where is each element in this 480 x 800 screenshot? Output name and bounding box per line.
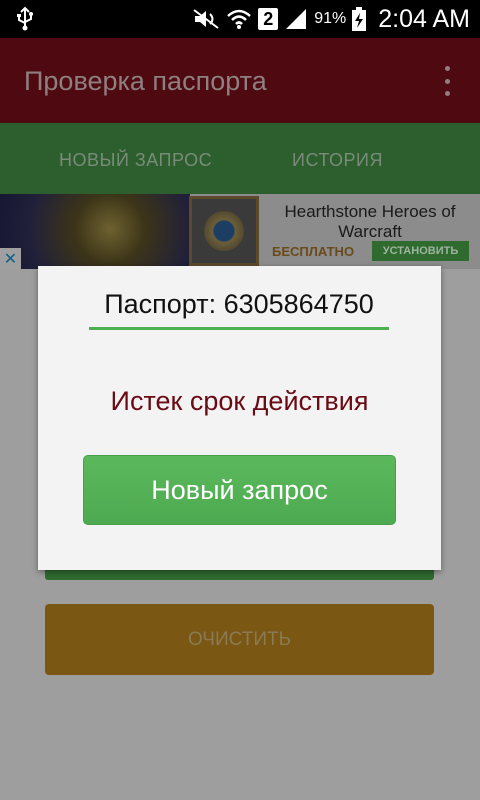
- clear-button: ОЧИСТИТЬ: [45, 604, 434, 675]
- ad-title[interactable]: Hearthstone Heroes of Warcraft: [264, 202, 476, 242]
- ad-install-button[interactable]: УСТАНОВИТЬ: [372, 241, 469, 261]
- ad-app-logo[interactable]: [189, 196, 259, 266]
- result-dialog: Паспорт: 6305864750 Истек срок действия …: [38, 266, 441, 570]
- clock: 2:04 AM: [378, 4, 470, 33]
- battery-percent: 91%: [314, 10, 347, 27]
- ad-banner[interactable]: ✕ Hearthstone Heroes of Warcraft БЕСПЛАТ…: [0, 194, 480, 269]
- clear-button-label: ОЧИСТИТЬ: [187, 628, 292, 650]
- ad-artwork[interactable]: [0, 194, 190, 269]
- battery-charging-icon: [352, 7, 367, 31]
- passport-number: Паспорт: 6305864750: [104, 289, 374, 319]
- sim-2-icon: 2: [258, 8, 279, 30]
- mute-icon: [193, 9, 219, 29]
- tab-bar: НОВЫЙ ЗАПРОС ИСТОРИЯ: [0, 123, 480, 194]
- status-bar: 2 91% 2:04 AM: [0, 0, 480, 38]
- overflow-menu-icon[interactable]: [436, 66, 458, 96]
- app-bar: Проверка паспорта: [0, 38, 480, 123]
- passport-field: Паспорт: 6305864750: [89, 286, 389, 330]
- new-request-button[interactable]: Новый запрос: [83, 455, 396, 525]
- usb-icon: [17, 6, 33, 31]
- ad-close-icon[interactable]: ✕: [0, 248, 21, 269]
- sim-slot-number: 2: [263, 8, 274, 29]
- ad-close-symbol: ✕: [3, 250, 18, 268]
- wifi-icon: [227, 9, 252, 29]
- ad-price: БЕСПЛАТНО: [272, 244, 355, 259]
- tab-new-request[interactable]: НОВЫЙ ЗАПРОС: [59, 150, 212, 171]
- app-title: Проверка паспорта: [24, 66, 267, 96]
- hearthstone-logo-icon: [204, 211, 244, 251]
- result-status: Истек срок действия: [110, 386, 369, 416]
- tab-history[interactable]: ИСТОРИЯ: [292, 150, 383, 171]
- signal-icon: [286, 9, 307, 29]
